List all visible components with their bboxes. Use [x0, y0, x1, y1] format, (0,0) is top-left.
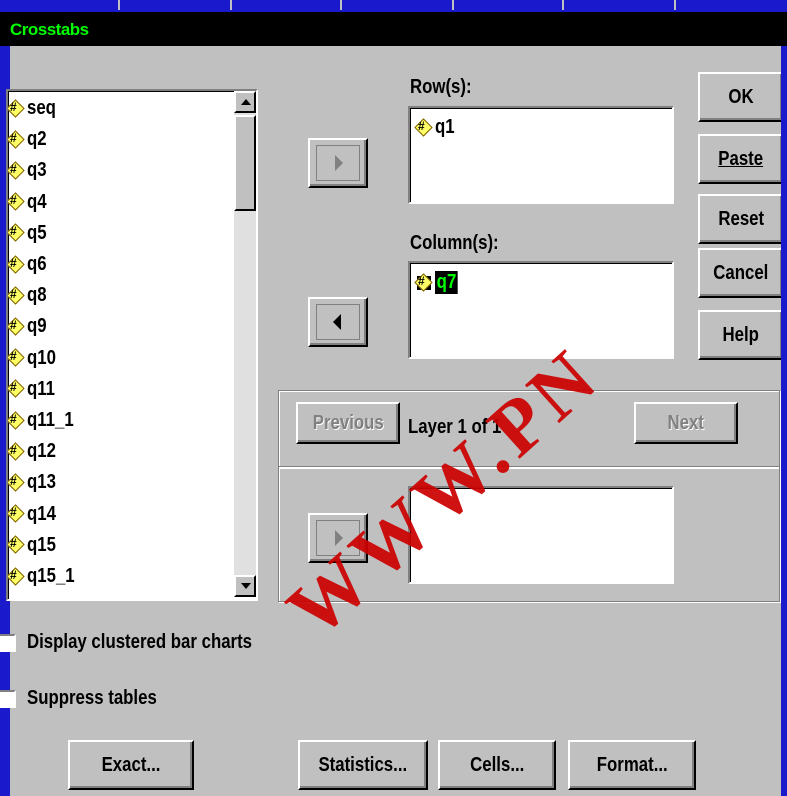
variable-label: q6 — [27, 253, 47, 275]
variable-label: q10 — [27, 346, 56, 369]
scroll-down-button[interactable] — [234, 575, 256, 597]
list-item[interactable]: # q4 — [8, 187, 50, 218]
columns-list[interactable]: # q7 — [408, 261, 674, 359]
list-item[interactable]: # q12 — [8, 436, 61, 467]
cancel-button[interactable]: Cancel — [698, 248, 784, 298]
right-arrow-icon — [335, 530, 343, 546]
clustered-bar-charts-label: Display clustered bar charts — [27, 631, 253, 653]
scroll-down-icon — [241, 583, 251, 589]
scroll-up-icon — [241, 99, 251, 105]
move-to-rows-button[interactable] — [308, 138, 368, 188]
list-item[interactable]: # q2 — [8, 124, 50, 155]
help-button[interactable]: Help — [698, 310, 784, 360]
paste-button[interactable]: Paste — [698, 134, 784, 184]
previous-layer-button[interactable]: Previous — [296, 402, 400, 444]
numeric-variable-icon: # — [9, 287, 23, 303]
numeric-variable-icon: # — [9, 224, 23, 240]
left-arrow-icon — [333, 314, 341, 330]
variable-label: q12 — [27, 440, 56, 463]
numeric-variable-icon: # — [9, 474, 23, 490]
variable-list-scrollbar[interactable] — [234, 91, 256, 597]
numeric-variable-icon: # — [417, 119, 431, 135]
list-item[interactable]: # q3 — [8, 155, 50, 186]
list-item[interactable]: # q6 — [8, 249, 50, 280]
numeric-variable-icon: # — [9, 193, 23, 209]
variable-label: q4 — [27, 190, 47, 213]
numeric-variable-icon: # — [417, 274, 431, 290]
list-item[interactable]: # q13 — [8, 467, 61, 498]
rows-label: Row(s): — [410, 76, 472, 98]
variable-label: q11 — [27, 377, 56, 400]
variable-label: q2 — [27, 128, 47, 151]
numeric-variable-icon: # — [9, 568, 23, 584]
right-edge — [781, 46, 787, 796]
list-item[interactable]: # q7 — [416, 267, 462, 298]
list-item[interactable]: # q9 — [8, 311, 50, 342]
scroll-up-button[interactable] — [234, 91, 256, 113]
crosstabs-dialog: # seq # q2 # q3 # q4 # q5 # q6 # q8 # q9 # q10 # q11 # q11_1 #… — [0, 46, 787, 796]
variable-label: q3 — [27, 159, 47, 182]
rows-list[interactable]: # q1 — [408, 106, 674, 204]
numeric-variable-icon: # — [9, 318, 23, 334]
numeric-variable-icon: # — [9, 131, 23, 147]
numeric-variable-icon: # — [9, 443, 23, 459]
scroll-thumb[interactable] — [234, 115, 256, 211]
variable-label: q11_1 — [27, 409, 74, 431]
variable-label: q8 — [27, 284, 47, 307]
numeric-variable-icon: # — [9, 349, 23, 365]
variable-label: q5 — [27, 221, 47, 244]
cells-button[interactable]: Cells... — [438, 740, 556, 790]
list-item[interactable]: # q11_1 — [8, 405, 83, 436]
variable-label: q9 — [27, 315, 47, 338]
move-to-layer-button[interactable] — [308, 513, 368, 563]
statistics-button[interactable]: Statistics... — [298, 740, 428, 790]
window-title: Crosstabs — [10, 20, 89, 39]
numeric-variable-icon: # — [9, 256, 23, 272]
numeric-variable-icon: # — [9, 412, 23, 428]
top-strip — [0, 0, 787, 12]
layer-list[interactable] — [408, 486, 674, 584]
ok-button[interactable]: OK — [698, 72, 784, 122]
exact-button[interactable]: Exact... — [68, 740, 194, 790]
variable-label: seq — [27, 97, 56, 119]
list-item[interactable]: # q5 — [8, 218, 50, 249]
list-item[interactable]: # q15_1 — [8, 561, 84, 592]
list-item[interactable]: # q14 — [8, 499, 61, 530]
variable-list[interactable]: # seq # q2 # q3 # q4 # q5 # q6 # q8 # q9 # q10 # q11 # q11_1 #… — [6, 89, 258, 601]
suppress-tables-checkbox[interactable] — [0, 690, 16, 708]
numeric-variable-icon: # — [9, 536, 23, 552]
variable-label: q14 — [27, 502, 56, 525]
variable-label: q15_1 — [27, 565, 75, 587]
numeric-variable-icon: # — [9, 505, 23, 521]
list-item[interactable]: # q1 — [416, 112, 458, 143]
list-item[interactable]: # q8 — [8, 280, 50, 311]
list-item[interactable]: # q10 — [8, 343, 61, 374]
list-item[interactable]: # q11 — [8, 374, 60, 405]
numeric-variable-icon: # — [9, 100, 23, 116]
numeric-variable-icon: # — [9, 162, 23, 178]
numeric-variable-icon: # — [9, 380, 23, 396]
list-item[interactable]: # seq — [8, 93, 61, 124]
reset-button[interactable]: Reset — [698, 194, 784, 244]
suppress-tables-label: Suppress tables — [27, 687, 157, 709]
title-bar: Crosstabs — [0, 12, 787, 46]
right-arrow-icon — [335, 155, 343, 171]
clustered-bar-charts-checkbox[interactable] — [0, 634, 16, 652]
format-button[interactable]: Format... — [568, 740, 696, 790]
variable-label: q15 — [27, 533, 56, 556]
layer-status: Layer 1 of 1 — [408, 416, 502, 438]
next-layer-button[interactable]: Next — [634, 402, 738, 444]
list-item[interactable]: # q15 — [8, 530, 61, 561]
move-from-columns-button[interactable] — [308, 297, 368, 347]
variable-label: q13 — [27, 471, 56, 494]
columns-label: Column(s): — [410, 232, 499, 254]
